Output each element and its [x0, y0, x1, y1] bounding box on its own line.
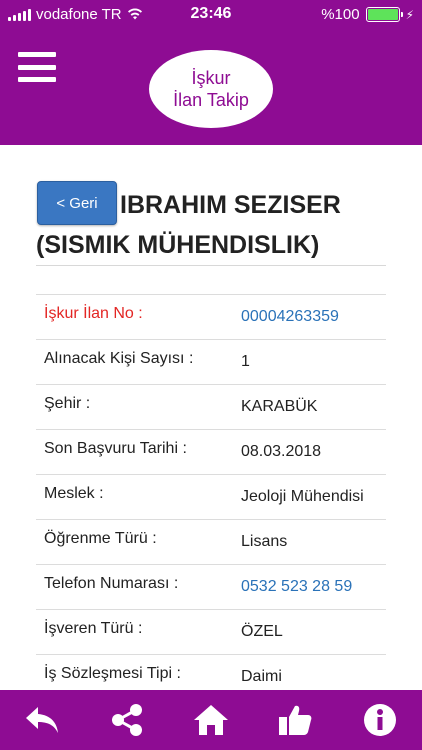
detail-row-kisi-sayisi: Alınacak Kişi Sayısı : 1 — [36, 339, 386, 384]
title-divider — [36, 265, 386, 266]
detail-row-telefon: Telefon Numarası : 0532 523 28 59 — [36, 564, 386, 609]
detail-value: 08.03.2018 — [241, 443, 322, 460]
app-header: İşkur İlan Takip — [0, 30, 422, 145]
details-table: İşkur İlan No : 00004263359 Alınacak Kiş… — [36, 294, 386, 699]
detail-value: KARABÜK — [241, 398, 318, 415]
detail-row-isveren-turu: İşveren Türü : ÖZEL — [36, 609, 386, 654]
share-icon[interactable] — [105, 698, 149, 742]
app-logo: İşkur İlan Takip — [149, 50, 273, 128]
back-button[interactable]: < Geri — [37, 181, 117, 225]
detail-value: Lisans — [241, 533, 288, 550]
status-bar: vodafone TR 23:46 %100 ⚡ — [0, 0, 422, 30]
status-right: %100 ⚡ — [321, 6, 414, 23]
charging-icon: ⚡ — [405, 7, 414, 22]
detail-label: İşkur İlan No : — [44, 305, 143, 322]
phone-link[interactable]: 0532 523 28 59 — [233, 565, 386, 609]
detail-row-meslek: Meslek : Jeoloji Mühendisi — [36, 474, 386, 519]
detail-value: 1 — [241, 353, 250, 370]
thumbs-up-icon[interactable] — [273, 698, 317, 742]
menu-icon[interactable] — [18, 52, 56, 82]
logo-line-1: İşkur — [191, 68, 231, 88]
logo-line-2: İlan Takip — [173, 90, 249, 110]
battery-icon — [365, 7, 403, 22]
detail-label: Son Başvuru Tarihi : — [44, 440, 187, 457]
detail-value: ÖZEL — [241, 623, 283, 640]
detail-row-ogrenme-turu: Öğrenme Türü : Lisans — [36, 519, 386, 564]
home-icon[interactable] — [189, 698, 233, 742]
battery-percent: %100 — [321, 6, 360, 23]
detail-label: Telefon Numarası : — [44, 575, 179, 592]
detail-row-son-basvuru: Son Başvuru Tarihi : 08.03.2018 — [36, 429, 386, 474]
detail-label: Öğrenme Türü : — [44, 530, 157, 547]
detail-label: İşveren Türü : — [44, 620, 143, 637]
back-arrow-icon[interactable] — [20, 698, 64, 742]
detail-value: Jeoloji Mühendisi — [241, 488, 364, 505]
detail-label: Alınacak Kişi Sayısı : — [44, 350, 194, 367]
detail-row-ilan-no: İşkur İlan No : 00004263359 — [36, 294, 386, 339]
detail-row-sehir: Şehir : KARABÜK — [36, 384, 386, 429]
detail-label: Şehir : — [44, 395, 91, 412]
detail-label: Meslek : — [44, 485, 104, 502]
info-icon[interactable] — [358, 698, 402, 742]
ilan-no-link[interactable]: 00004263359 — [233, 295, 386, 339]
bottom-nav — [0, 690, 422, 750]
